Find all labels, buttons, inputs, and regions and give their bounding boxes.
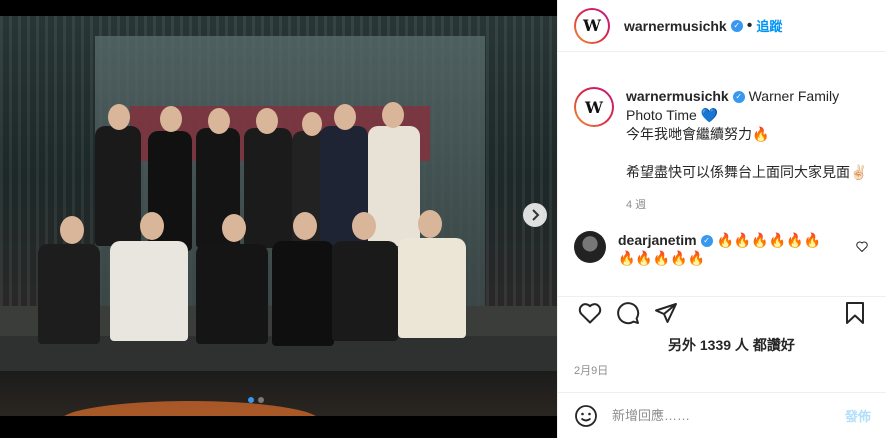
author-username[interactable]: warnermusichk bbox=[624, 18, 727, 34]
author-avatar[interactable]: W bbox=[574, 7, 610, 44]
commenter-avatar[interactable] bbox=[574, 231, 606, 263]
caption-author-avatar[interactable]: W bbox=[574, 87, 614, 127]
emoji-icon[interactable] bbox=[574, 404, 598, 428]
carousel-next-button[interactable] bbox=[523, 203, 547, 227]
carousel-indicator bbox=[248, 397, 264, 403]
caption-line1: Warner Family bbox=[748, 88, 840, 104]
like-button[interactable] bbox=[574, 297, 606, 329]
post-date[interactable]: 2月9日 bbox=[574, 362, 608, 378]
avatar-logo: W bbox=[576, 89, 612, 125]
commenter-username[interactable]: dearjanetim bbox=[618, 232, 697, 248]
bookmark-icon bbox=[846, 301, 864, 324]
heart-icon bbox=[578, 302, 602, 323]
comment-button[interactable] bbox=[612, 297, 644, 329]
caption-line2: Photo Time bbox=[626, 107, 697, 123]
carousel-dot bbox=[258, 397, 264, 403]
separator-dot: • bbox=[746, 16, 753, 34]
post-header: W warnermusichk ✓ • 追蹤 bbox=[558, 0, 886, 52]
caption-timestamp[interactable]: 4 週 bbox=[626, 196, 867, 215]
post-photo[interactable] bbox=[0, 16, 557, 416]
caption-line3: 今年我哋會繼續努力🔥 bbox=[626, 126, 770, 142]
add-comment-bar: 發佈 bbox=[558, 392, 886, 438]
likes-count[interactable]: 另外 1339 人 都讚好 bbox=[668, 335, 795, 355]
post-side-panel: W warnermusichk ✓ • 追蹤 W warnermusichk ✓ … bbox=[557, 0, 886, 438]
post-caption: W warnermusichk ✓ Warner Family Photo Tim… bbox=[558, 52, 886, 215]
comment-input[interactable] bbox=[612, 408, 845, 423]
action-bar bbox=[558, 296, 886, 328]
post-comment-button[interactable]: 發佈 bbox=[845, 406, 871, 425]
share-icon bbox=[655, 302, 677, 323]
comment-icon bbox=[617, 301, 640, 324]
verified-badge-icon: ✓ bbox=[732, 91, 745, 104]
avatar-logo: W bbox=[576, 9, 608, 42]
caption-line4: 希望盡快可以係舞台上面同大家見面✌🏻 bbox=[626, 164, 868, 180]
chevron-right-icon bbox=[532, 209, 540, 221]
caption-username[interactable]: warnermusichk bbox=[626, 88, 729, 104]
save-button[interactable] bbox=[839, 297, 871, 329]
caption-body: warnermusichk ✓ Warner Family Photo Time … bbox=[626, 87, 867, 215]
verified-badge-icon: ✓ bbox=[700, 235, 713, 248]
comment-like-heart-icon[interactable] bbox=[856, 241, 868, 252]
verified-badge-icon: ✓ bbox=[730, 19, 743, 32]
carousel-dot-active bbox=[248, 397, 254, 403]
blue-heart-emoji: 💙 bbox=[700, 107, 719, 123]
comments-fade bbox=[558, 262, 886, 296]
comment-item: dearjanetim ✓ 🔥🔥🔥🔥🔥🔥🔥🔥🔥🔥🔥 bbox=[558, 215, 886, 267]
follow-button[interactable]: 追蹤 bbox=[756, 16, 782, 35]
share-button[interactable] bbox=[650, 297, 682, 329]
